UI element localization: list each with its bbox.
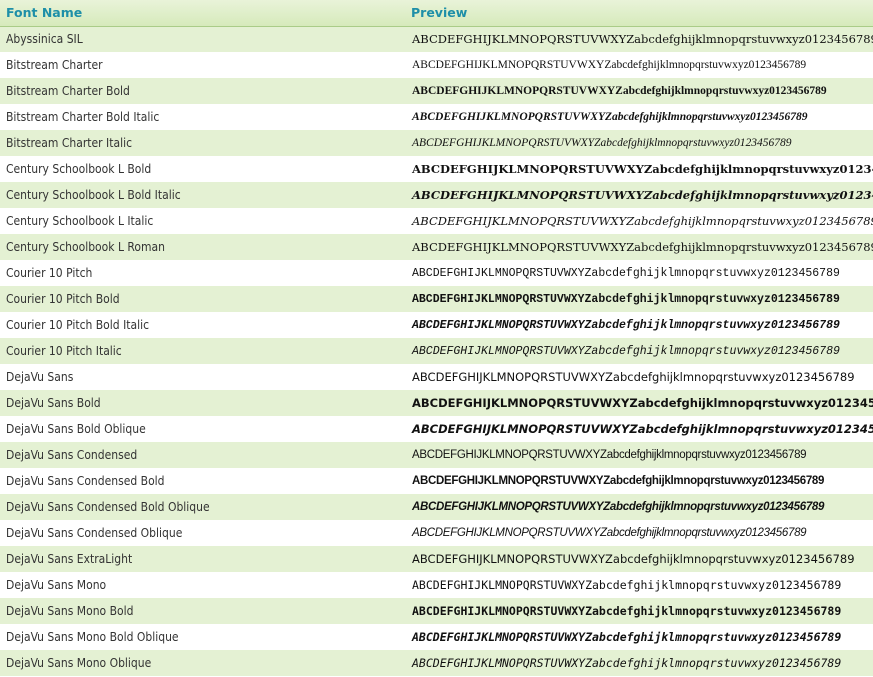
table-row[interactable]: DejaVu Sans Condensed Bold ABCDEFGHIJKLM… [0,468,873,494]
font-name-cell: DejaVu Sans Condensed [6,448,138,462]
table-row[interactable]: Century Schoolbook L Roman ABCDEFGHIJKLM… [0,234,873,260]
font-preview-cell: ABCDEFGHIJKLMNOPQRSTUVWXYZabcdefghijklmn… [412,137,792,149]
font-name-cell: Courier 10 Pitch [6,266,93,280]
table-row[interactable]: DejaVu Sans Mono Bold Oblique ABCDEFGHIJ… [0,624,873,650]
font-name-cell: Bitstream Charter Bold [6,84,130,98]
font-name-cell: Century Schoolbook L Bold [6,162,152,176]
table-row[interactable]: DejaVu Sans Condensed ABCDEFGHIJKLMNOPQR… [0,442,873,468]
font-name-cell: Courier 10 Pitch Italic [6,344,122,358]
font-preview-cell: ABCDEFGHIJKLMNOPQRSTUVWXYZabcdefghijklmn… [412,292,840,306]
table-row[interactable]: DejaVu Sans ExtraLight ABCDEFGHIJKLMNOPQ… [0,546,873,572]
font-preview-cell: ABCDEFGHIJKLMNOPQRSTUVWXYZabcdefghijklmn… [412,475,825,487]
table-row[interactable]: Bitstream Charter ABCDEFGHIJKLMNOPQRSTUV… [0,52,873,78]
font-name-cell: DejaVu Sans Mono Oblique [6,656,152,670]
font-preview-cell: ABCDEFGHIJKLMNOPQRSTUVWXYZabcdefghijklmn… [412,630,842,644]
font-name-cell: DejaVu Sans [6,370,74,384]
table-row[interactable]: Bitstream Charter Bold ABCDEFGHIJKLMNOPQ… [0,78,873,104]
table-row[interactable]: DejaVu Sans Mono Bold ABCDEFGHIJKLMNOPQR… [0,598,873,624]
font-preview-cell: ABCDEFGHIJKLMNOPQRSTUVWXYZabcdefghijklmn… [412,59,807,71]
font-name-cell: Abyssinica SIL [6,32,83,47]
font-preview-cell: ABCDEFGHIJKLMNOPQRSTUVWXYZabcdefghijklmn… [412,370,855,384]
font-name-cell: DejaVu Sans Mono [6,578,107,592]
font-preview-cell: ABCDEFGHIJKLMNOPQRSTUVWXYZabcdefghijklmn… [412,32,873,47]
table-row[interactable]: DejaVu Sans ABCDEFGHIJKLMNOPQRSTUVWXYZab… [0,364,873,390]
font-preview-cell: ABCDEFGHIJKLMNOPQRSTUVWXYZabcdefghijklmn… [412,266,840,280]
table-row[interactable]: Courier 10 Pitch Bold ABCDEFGHIJKLMNOPQR… [0,286,873,312]
font-preview-cell: ABCDEFGHIJKLMNOPQRSTUVWXYZabcdefghijklmn… [412,318,840,332]
font-table: Font Name Preview Abyssinica SIL ABCDEFG… [0,0,873,676]
font-name-cell: DejaVu Sans Bold Oblique [6,422,146,436]
font-name-cell: DejaVu Sans Mono Bold [6,604,134,618]
table-header-row: Font Name Preview [0,0,873,27]
table-row[interactable]: Courier 10 Pitch Italic ABCDEFGHIJKLMNOP… [0,338,873,364]
font-name-cell: DejaVu Sans ExtraLight [6,552,133,566]
font-preview-cell: ABCDEFGHIJKLMNOPQRSTUVWXYZabcdefghijklmn… [412,111,808,123]
font-preview-cell: ABCDEFGHIJKLMNOPQRSTUVWXYZabcdefghijklmn… [412,422,873,436]
font-name-cell: DejaVu Sans Bold [6,396,101,410]
table-row[interactable]: DejaVu Sans Condensed Bold Oblique ABCDE… [0,494,873,520]
table-row[interactable]: Courier 10 Pitch ABCDEFGHIJKLMNOPQRSTUVW… [0,260,873,286]
font-name-cell: DejaVu Sans Condensed Bold [6,474,165,488]
font-preview-cell: ABCDEFGHIJKLMNOPQRSTUVWXYZabcdefghijklmn… [412,396,873,410]
table-row[interactable]: DejaVu Sans Bold Oblique ABCDEFGHIJKLMNO… [0,416,873,442]
table-row[interactable]: Century Schoolbook L Bold ABCDEFGHIJKLMN… [0,156,873,182]
font-name-cell: Courier 10 Pitch Bold [6,292,120,306]
font-preview-cell: ABCDEFGHIJKLMNOPQRSTUVWXYZabcdefghijklmn… [412,449,807,461]
column-header-font-name[interactable]: Font Name [0,0,405,27]
table-row[interactable]: DejaVu Sans Condensed Oblique ABCDEFGHIJ… [0,520,873,546]
table-row[interactable]: Abyssinica SIL ABCDEFGHIJKLMNOPQRSTUVWXY… [0,26,873,52]
font-preview-cell: ABCDEFGHIJKLMNOPQRSTUVWXYZabcdefghijklmn… [412,344,840,358]
font-preview-cell: ABCDEFGHIJKLMNOPQRSTUVWXYZabcdefghijklmn… [412,604,842,618]
table-row[interactable]: Century Schoolbook L Bold Italic ABCDEFG… [0,182,873,208]
table-row[interactable]: Century Schoolbook L Italic ABCDEFGHIJKL… [0,208,873,234]
font-name-cell: Courier 10 Pitch Bold Italic [6,318,150,332]
font-name-cell: Century Schoolbook L Bold Italic [6,188,181,202]
font-preview-cell: ABCDEFGHIJKLMNOPQRSTUVWXYZabcdefghijklmn… [412,501,825,513]
font-preview-cell: ABCDEFGHIJKLMNOPQRSTUVWXYZabcdefghijklmn… [412,240,873,254]
font-name-cell: DejaVu Sans Mono Bold Oblique [6,630,179,644]
column-header-preview[interactable]: Preview [405,0,873,27]
table-row[interactable]: Bitstream Charter Italic ABCDEFGHIJKLMNO… [0,130,873,156]
font-name-cell: Bitstream Charter Bold Italic [6,110,160,124]
table-row[interactable]: DejaVu Sans Bold ABCDEFGHIJKLMNOPQRSTUVW… [0,390,873,416]
font-preview-cell: ABCDEFGHIJKLMNOPQRSTUVWXYZabcdefghijklmn… [412,527,807,539]
font-name-cell: Century Schoolbook L Italic [6,214,154,228]
font-name-cell: DejaVu Sans Condensed Bold Oblique [6,500,210,514]
font-preview-cell: ABCDEFGHIJKLMNOPQRSTUVWXYZabcdefghijklmn… [412,188,873,202]
font-preview-cell: ABCDEFGHIJKLMNOPQRSTUVWXYZabcdefghijklmn… [412,214,873,228]
font-preview-cell: ABCDEFGHIJKLMNOPQRSTUVWXYZabcdefghijklmn… [412,162,873,176]
table-row[interactable]: DejaVu Sans Mono ABCDEFGHIJKLMNOPQRSTUVW… [0,572,873,598]
font-name-cell: Bitstream Charter Italic [6,136,133,150]
font-name-cell: Century Schoolbook L Roman [6,240,165,254]
table-row[interactable]: Courier 10 Pitch Bold Italic ABCDEFGHIJK… [0,312,873,338]
font-name-cell: Bitstream Charter [6,58,103,72]
table-row[interactable]: DejaVu Sans Mono Oblique ABCDEFGHIJKLMNO… [0,650,873,676]
font-preview-cell: ABCDEFGHIJKLMNOPQRSTUVWXYZabcdefghijklmn… [412,85,827,97]
font-name-cell: DejaVu Sans Condensed Oblique [6,526,183,540]
font-preview-cell: ABCDEFGHIJKLMNOPQRSTUVWXYZabcdefghijklmn… [412,578,842,592]
font-preview-cell: ABCDEFGHIJKLMNOPQRSTUVWXYZabcdefghijklmn… [412,656,842,670]
font-preview-cell: ABCDEFGHIJKLMNOPQRSTUVWXYZabcdefghijklmn… [412,552,855,566]
table-row[interactable]: Bitstream Charter Bold Italic ABCDEFGHIJ… [0,104,873,130]
